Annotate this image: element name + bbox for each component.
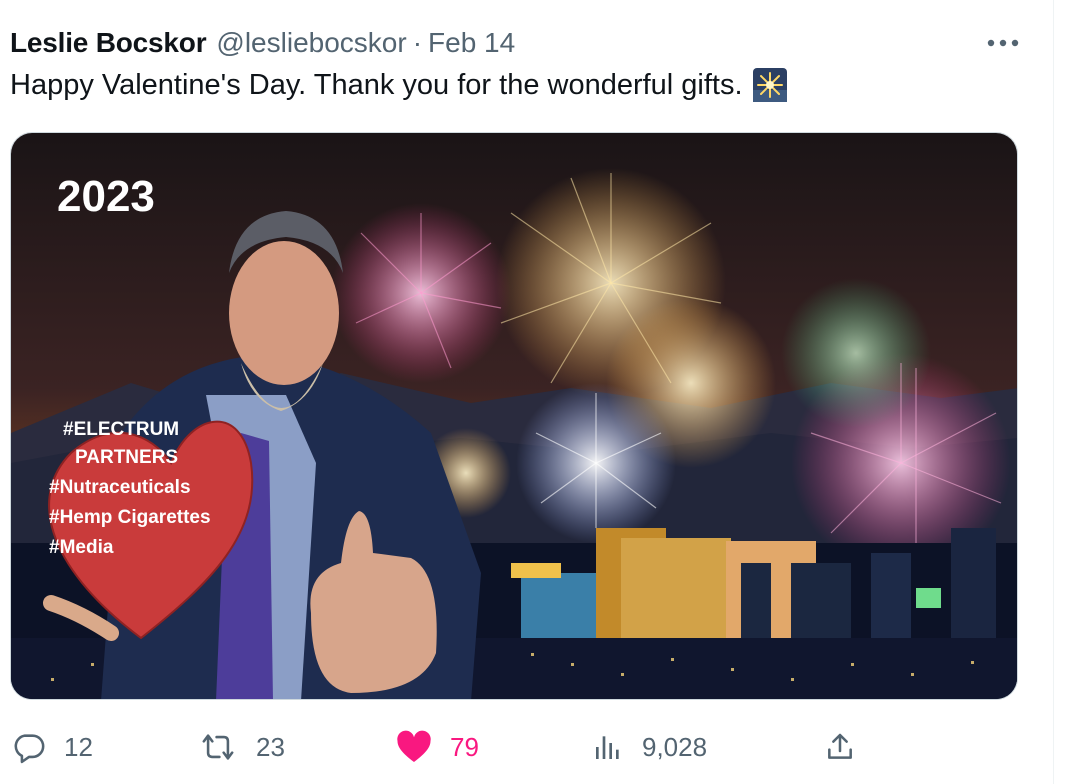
like-button[interactable]: 79 (396, 722, 479, 772)
sparkle-emoji (752, 68, 787, 102)
repost-icon (202, 734, 234, 760)
views-button[interactable]: 9,028 (592, 722, 707, 772)
fireworks-photo: 2023 #ELECTRUM PARTNERS #Nutraceuticals … (11, 133, 1017, 699)
reply-count: 12 (64, 731, 93, 762)
heart-line-4: #Hemp Cigarettes (49, 507, 211, 528)
tweet-actions: 12 23 79 9,028 (0, 722, 1054, 772)
author-name[interactable]: Leslie Bocskor (10, 27, 207, 59)
heart-line-1: #ELECTRUM (63, 419, 179, 440)
share-button[interactable] (824, 722, 856, 772)
column-divider (1053, 0, 1054, 784)
separator-dot: · (412, 27, 423, 58)
tweet-image[interactable]: 2023 #ELECTRUM PARTNERS #Nutraceuticals … (10, 132, 1018, 700)
heart-line-2: PARTNERS (75, 447, 178, 468)
tweet-header: Leslie Bocskor @lesliebocskor · Feb 14 (10, 26, 515, 60)
like-count: 79 (450, 731, 479, 762)
heart-line-5: #Media (49, 537, 114, 558)
repost-count: 23 (256, 731, 285, 762)
tweet-date[interactable]: Feb 14 (428, 27, 515, 59)
views-icon (596, 736, 619, 759)
repost-button[interactable]: 23 (198, 722, 285, 772)
more-options-button[interactable] (980, 26, 1026, 60)
reply-icon (14, 734, 45, 764)
view-count: 9,028 (642, 731, 708, 762)
tweet-text-content: Happy Valentine's Day. Thank you for the… (10, 68, 743, 101)
heart-line-3: #Nutraceuticals (49, 477, 191, 498)
year-overlay: 2023 (57, 172, 155, 221)
more-icon (987, 39, 1019, 47)
share-icon (828, 733, 852, 759)
tweet-text: Happy Valentine's Day. Thank you for the… (10, 68, 787, 102)
reply-button[interactable]: 12 (12, 722, 93, 772)
heart-icon (397, 730, 431, 762)
author-handle[interactable]: @lesliebocskor (216, 27, 406, 59)
